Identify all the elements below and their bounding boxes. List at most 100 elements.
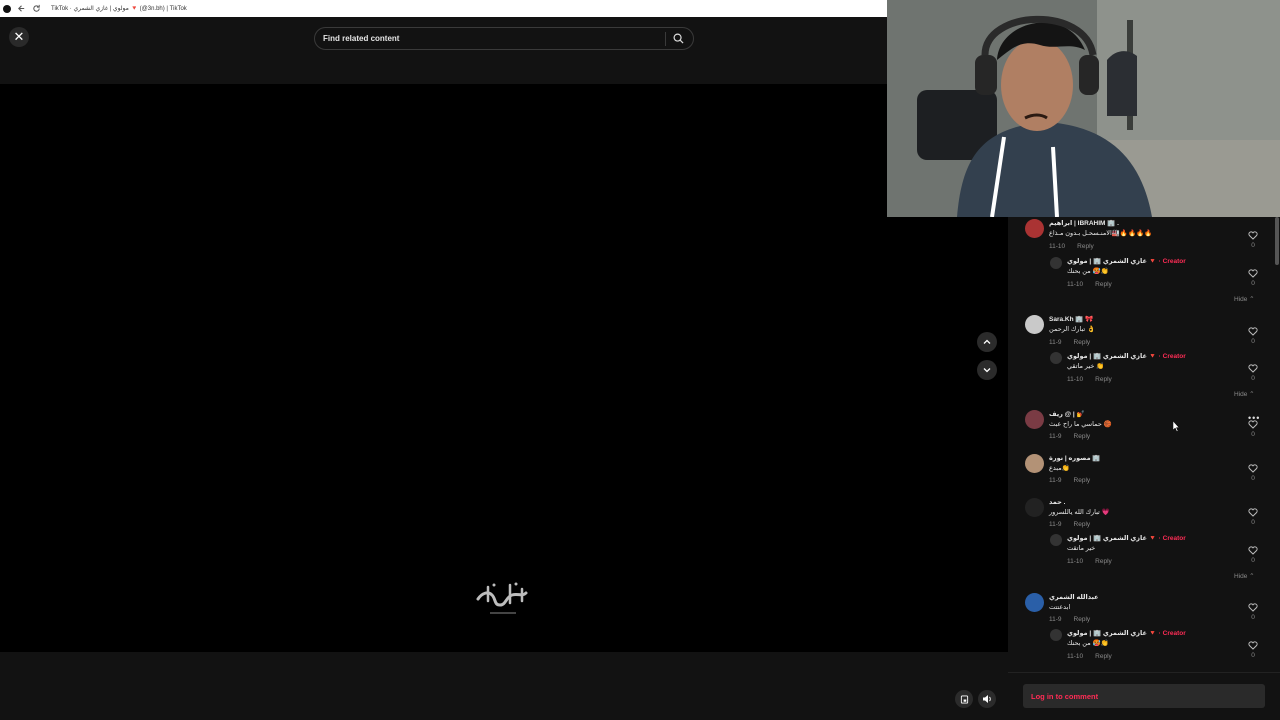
comment-meta: 11-10 Reply	[1049, 243, 1094, 250]
more-options-icon[interactable]: •••	[1248, 413, 1260, 423]
comments-panel: ابراهيم | IBRAHIM 🏢 . الامنـسحـل بـدون م…	[1008, 217, 1280, 720]
reply-button[interactable]: Reply	[1074, 433, 1091, 440]
reply-button[interactable]: Reply	[1074, 477, 1091, 484]
reply-username[interactable]: غازي الشمري 🏢 | مولوي 🔻 · Creator	[1067, 257, 1186, 265]
video-controls-bar	[0, 652, 1008, 720]
reply-username[interactable]: غازي الشمري 🏢 | مولوي 🔻 · Creator	[1067, 534, 1186, 542]
comment-username[interactable]: عبدالله الشمري	[1049, 593, 1099, 601]
reply-button[interactable]: Reply	[1095, 558, 1112, 565]
chevron-down-icon	[983, 368, 991, 373]
comment-username[interactable]: ريف @ | 💅	[1049, 410, 1085, 418]
reply-button[interactable]: Reply	[1095, 376, 1112, 383]
search-bar	[314, 27, 694, 50]
browser-logo-icon	[3, 4, 11, 13]
reply-text: خير ماتقت	[1067, 545, 1096, 552]
avatar[interactable]	[1025, 593, 1044, 612]
like-count: 0	[1251, 475, 1255, 482]
reply-text: خير ماتقي 👏	[1067, 363, 1105, 370]
tab-title[interactable]: TikTok · مولوي | غازي الشمري 🔻 (@3n.bh) …	[51, 5, 187, 12]
reply-date: 11-10	[1067, 376, 1084, 383]
close-icon: ✕	[13, 29, 25, 44]
heart-icon	[1248, 546, 1258, 555]
like-button[interactable]: 0	[1247, 464, 1259, 482]
like-count: 0	[1251, 652, 1255, 659]
like-button[interactable]: 0	[1247, 364, 1259, 382]
hide-replies-button[interactable]: Hide ⌃	[1234, 295, 1255, 303]
hide-replies-button[interactable]: Hide ⌃	[1234, 390, 1255, 398]
reply-button[interactable]: Reply	[1095, 653, 1112, 660]
reply-username[interactable]: غازي الشمري 🏢 | مولوي 🔻 · Creator	[1067, 352, 1186, 360]
like-button[interactable]: 0	[1247, 231, 1259, 249]
like-button[interactable]: 0	[1247, 641, 1259, 659]
creator-badge: · Creator	[1158, 630, 1186, 637]
reply-meta: 11-10 Reply	[1067, 653, 1112, 660]
video-player[interactable]	[0, 84, 1008, 652]
reply-button[interactable]: Reply	[1095, 281, 1112, 288]
reply-button[interactable]: Reply	[1077, 243, 1094, 250]
heart-icon	[1248, 364, 1258, 373]
reply-date: 11-10	[1067, 281, 1084, 288]
picture-in-picture-button[interactable]	[955, 690, 973, 708]
avatar[interactable]	[1050, 257, 1062, 269]
avatar[interactable]	[1025, 410, 1044, 429]
volume-button[interactable]	[978, 690, 996, 708]
reply-button[interactable]: Reply	[1074, 616, 1091, 623]
heart-icon	[1248, 603, 1258, 612]
creator-badge: · Creator	[1158, 258, 1186, 265]
reload-icon[interactable]	[32, 4, 41, 13]
like-count: 0	[1251, 242, 1255, 249]
comment-username[interactable]: ابراهيم | IBRAHIM 🏢 .	[1049, 219, 1119, 227]
comment-meta: 11-9 Reply	[1049, 477, 1090, 484]
comment-meta: 11-9 Reply	[1049, 616, 1090, 623]
reply-username[interactable]: غازي الشمري 🏢 | مولوي 🔻 · Creator	[1067, 629, 1186, 637]
avatar[interactable]	[1050, 629, 1062, 641]
comment-date: 11-9	[1049, 433, 1062, 440]
heart-icon	[1248, 327, 1258, 336]
back-icon[interactable]	[17, 4, 26, 13]
reply-text: من بحنك 🥵👏	[1067, 268, 1109, 275]
close-button[interactable]: ✕	[9, 27, 29, 47]
reply-button[interactable]: Reply	[1074, 521, 1091, 528]
reply-date: 11-10	[1067, 558, 1084, 565]
heart-icon	[1248, 464, 1258, 473]
avatar[interactable]	[1050, 534, 1062, 546]
comment-text: تبارك الرحمن 👌	[1049, 326, 1096, 333]
comment-date: 11-9	[1049, 616, 1062, 623]
hide-replies-button[interactable]: Hide ⌃	[1234, 572, 1255, 580]
search-input[interactable]	[315, 34, 665, 43]
comment-meta: 11-9 Reply	[1049, 521, 1090, 528]
comment-text: مبدع👏	[1049, 465, 1070, 472]
like-count: 0	[1251, 519, 1255, 526]
like-button[interactable]: 0	[1247, 269, 1259, 287]
like-button[interactable]: 0	[1247, 327, 1259, 345]
reply-meta: 11-10 Reply	[1067, 281, 1112, 288]
login-to-comment-button[interactable]: Log in to comment	[1023, 684, 1265, 708]
avatar[interactable]	[1050, 352, 1062, 364]
like-button[interactable]: 0	[1247, 508, 1259, 526]
like-count: 0	[1251, 614, 1255, 621]
webcam-overlay	[887, 0, 1280, 217]
avatar[interactable]	[1025, 315, 1044, 334]
comment-date: 11-9	[1049, 339, 1062, 346]
like-count: 0	[1251, 557, 1255, 564]
reply-button[interactable]: Reply	[1074, 339, 1091, 346]
comment-username[interactable]: حمد .	[1049, 498, 1065, 506]
floating-player-icon	[960, 694, 968, 704]
avatar[interactable]	[1025, 498, 1044, 517]
search-icon[interactable]	[666, 28, 690, 50]
avatar[interactable]	[1025, 454, 1044, 473]
comments-scrollbar[interactable]	[1275, 217, 1279, 265]
reply-date: 11-10	[1067, 653, 1084, 660]
comment-text: تبارك الله ياللسرور 💗	[1049, 509, 1110, 516]
like-button[interactable]: 0	[1247, 546, 1259, 564]
like-button[interactable]: 0	[1247, 603, 1259, 621]
comment-date: 11-9	[1049, 477, 1062, 484]
comment-username[interactable]: مصوره | نورة 🏢	[1049, 454, 1101, 462]
comment-username[interactable]: Sara.Kh 🏢 🎀	[1049, 315, 1093, 323]
browser-tab-bar: TikTok · مولوي | غازي الشمري 🔻 (@3n.bh) …	[0, 0, 887, 17]
avatar[interactable]	[1025, 219, 1044, 238]
creator-badge: · Creator	[1158, 353, 1186, 360]
comment-date: 11-9	[1049, 521, 1062, 528]
next-video-button[interactable]	[977, 360, 997, 380]
previous-video-button[interactable]	[977, 332, 997, 352]
